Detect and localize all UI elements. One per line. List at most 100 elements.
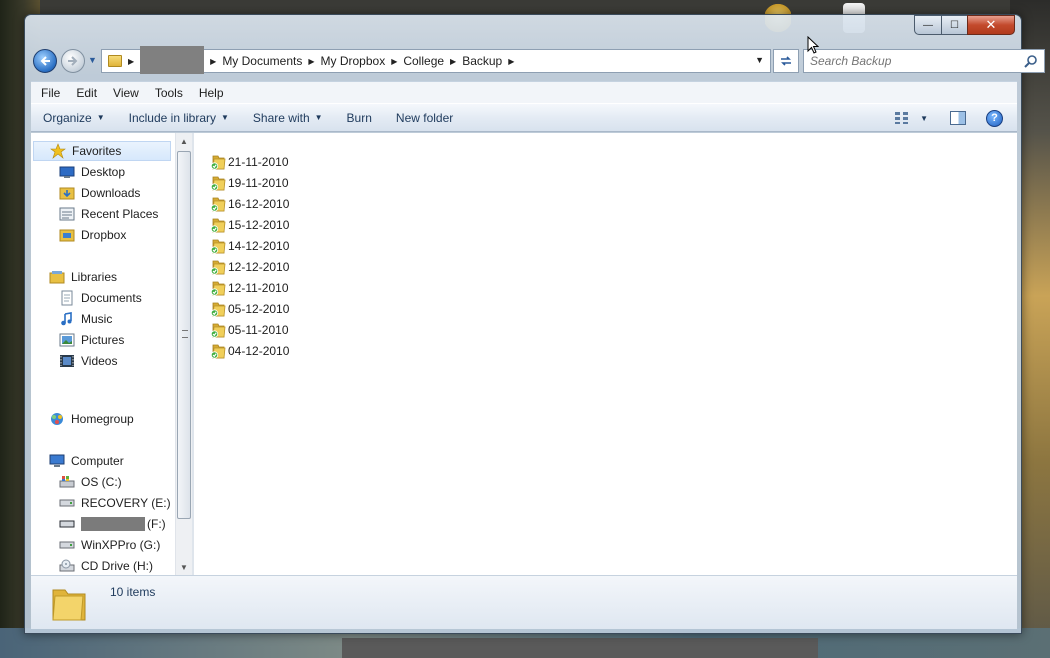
- menu-tools[interactable]: Tools: [145, 86, 189, 100]
- sidebar-item-music[interactable]: Music: [59, 309, 112, 329]
- refresh-button[interactable]: [773, 49, 799, 73]
- burn-button[interactable]: Burn: [333, 111, 382, 125]
- chevron-right-icon[interactable]: ▶: [308, 57, 314, 66]
- list-item[interactable]: 19-11-2010: [210, 173, 289, 193]
- sidebar-item-favorites[interactable]: Favorites: [33, 141, 171, 161]
- music-icon: [59, 311, 75, 327]
- list-item[interactable]: 12-12-2010: [210, 257, 289, 277]
- search-input[interactable]: [810, 54, 1020, 68]
- chevron-right-icon[interactable]: ▶: [450, 57, 456, 66]
- list-item[interactable]: 05-12-2010: [210, 299, 289, 319]
- sidebar-item-pictures[interactable]: Pictures: [59, 330, 124, 350]
- forward-button[interactable]: [61, 49, 85, 73]
- search-icon[interactable]: [1024, 54, 1038, 68]
- menu-file[interactable]: File: [31, 86, 66, 100]
- recent-pages-dropdown[interactable]: ▼: [88, 55, 98, 67]
- synced-folder-icon: [210, 302, 226, 317]
- synced-folder-icon: [210, 323, 226, 338]
- drive-icon: [59, 516, 75, 532]
- arrow-left-icon: [40, 56, 50, 66]
- dropbox-folder-icon: [59, 227, 75, 243]
- share-with-button[interactable]: Share with ▼: [239, 111, 333, 125]
- change-view-icon[interactable]: [894, 111, 910, 125]
- menu-edit[interactable]: Edit: [66, 86, 103, 100]
- sidebar-item-drive-h[interactable]: CD Drive (H:): [59, 556, 153, 575]
- list-item[interactable]: 21-11-2010: [210, 152, 289, 172]
- sidebar-label: Computer: [71, 454, 124, 468]
- scroll-down-icon[interactable]: ▼: [176, 559, 192, 575]
- sidebar-item-desktop[interactable]: Desktop: [59, 162, 125, 182]
- list-item[interactable]: 16-12-2010: [210, 194, 289, 214]
- list-item[interactable]: 12-11-2010: [210, 278, 289, 298]
- address-dropdown-icon[interactable]: ▼: [755, 55, 764, 65]
- menu-view[interactable]: View: [103, 86, 145, 100]
- chevron-down-icon: ▼: [221, 113, 229, 122]
- folder-icon: [52, 589, 86, 621]
- sidebar-item-videos[interactable]: Videos: [59, 351, 117, 371]
- windows-drive-icon: [59, 474, 75, 490]
- sidebar-item-documents[interactable]: Documents: [59, 288, 142, 308]
- sidebar-label: Downloads: [81, 186, 141, 200]
- sidebar-item-downloads[interactable]: Downloads: [59, 183, 140, 203]
- new-folder-button[interactable]: New folder: [382, 111, 463, 125]
- search-box[interactable]: [803, 49, 1045, 73]
- arrow-right-icon: [68, 56, 78, 66]
- minimize-button[interactable]: —: [914, 15, 941, 35]
- navigation-scrollbar[interactable]: ▲ ▼: [175, 133, 192, 575]
- close-button[interactable]: ✕: [967, 15, 1015, 35]
- share-with-label: Share with: [252, 110, 310, 125]
- sidebar-item-drive-e[interactable]: RECOVERY (E:): [59, 493, 171, 513]
- sidebar-label: Documents: [81, 291, 142, 305]
- preview-pane-icon[interactable]: [950, 111, 966, 125]
- folder-icon: [108, 55, 122, 67]
- sidebar-item-drive-f[interactable]: (F:): [59, 514, 166, 534]
- sidebar-item-libraries[interactable]: Libraries: [49, 267, 117, 287]
- taskbar-fragment: [342, 638, 818, 658]
- sidebar-item-drive-c[interactable]: OS (C:): [59, 472, 122, 492]
- command-bar: Organize ▼ Include in library ▼ Share with…: [31, 103, 1017, 132]
- sidebar-item-drive-g[interactable]: WinXPPro (G:): [59, 535, 160, 555]
- sidebar-item-homegroup[interactable]: Homegroup: [49, 409, 134, 429]
- list-item[interactable]: 14-12-2010: [210, 236, 289, 256]
- sidebar-label: Recent Places: [81, 207, 159, 221]
- scroll-up-icon[interactable]: ▲: [176, 133, 192, 149]
- sidebar-item-recent-places[interactable]: Recent Places: [59, 204, 158, 224]
- synced-folder-icon: [210, 176, 226, 191]
- crumb-my-dropbox[interactable]: My Dropbox: [321, 54, 386, 68]
- organize-button[interactable]: Organize ▼: [31, 111, 115, 125]
- sidebar-item-computer[interactable]: Computer: [49, 451, 124, 471]
- sidebar-label: RECOVERY (E:): [81, 496, 171, 510]
- chevron-down-icon: ▼: [314, 113, 323, 122]
- chevron-right-icon[interactable]: ▶: [128, 57, 134, 66]
- menu-help[interactable]: Help: [189, 86, 230, 100]
- chevron-right-icon[interactable]: ▶: [508, 57, 514, 66]
- chevron-right-icon[interactable]: ▶: [391, 57, 397, 66]
- file-name: 16-12-2010: [228, 197, 290, 211]
- sidebar-label: CD Drive (H:): [81, 559, 153, 573]
- help-icon[interactable]: ?: [986, 109, 1003, 127]
- list-item[interactable]: 05-11-2010: [210, 320, 289, 340]
- address-bar[interactable]: ▶ ▶ My Documents ▶ My Dropbox ▶ College …: [101, 46, 771, 74]
- synced-folder-icon: [210, 197, 226, 212]
- list-item[interactable]: 15-12-2010: [210, 215, 289, 235]
- views-dropdown-icon[interactable]: ▼: [920, 114, 928, 123]
- scroll-thumb[interactable]: [177, 151, 191, 519]
- file-name: 12-11-2010: [228, 281, 289, 295]
- refresh-icon: [781, 56, 791, 66]
- sidebar-label: OS (C:): [81, 475, 122, 489]
- crumb-backup[interactable]: Backup: [462, 54, 502, 68]
- file-name: 12-12-2010: [228, 260, 290, 274]
- list-item[interactable]: 04-12-2010: [210, 341, 289, 361]
- new-folder-label: New folder: [395, 110, 454, 125]
- crumb-my-documents[interactable]: My Documents: [222, 54, 302, 68]
- sidebar-item-dropbox[interactable]: Dropbox: [59, 225, 126, 245]
- documents-icon: [59, 290, 75, 306]
- crumb-college[interactable]: College: [403, 54, 444, 68]
- chevron-right-icon[interactable]: ▶: [210, 57, 216, 66]
- navigation-row: ▼ ▶ ▶ My Documents ▶ My Dropbox ▶ Colleg…: [31, 46, 1045, 75]
- back-button[interactable]: [33, 49, 57, 73]
- sidebar-label: Favorites: [72, 144, 122, 158]
- include-in-library-button[interactable]: Include in library ▼: [115, 111, 239, 125]
- computer-icon: [49, 453, 65, 469]
- maximize-button[interactable]: ☐: [941, 15, 967, 35]
